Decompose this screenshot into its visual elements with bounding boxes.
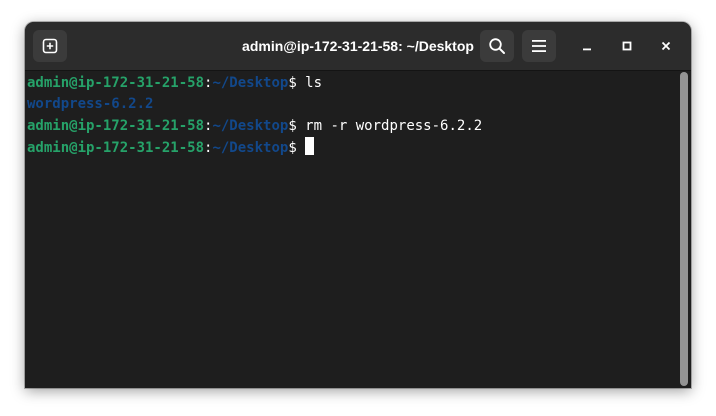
terminal-line: admin@ip-172-31-21-58:~/Desktop$ rm -r w… [27, 116, 675, 137]
close-icon [661, 41, 671, 51]
search-button[interactable] [480, 30, 514, 62]
command-text: ls [305, 75, 323, 91]
new-tab-button[interactable] [33, 30, 67, 62]
terminal-area[interactable]: admin@ip-172-31-21-58:~/Desktop$ ls word… [25, 71, 675, 388]
prompt-user-host: admin@ip-172-31-21-58 [27, 117, 205, 134]
output-directory: wordpress-6.2.2 [27, 96, 154, 113]
prompt-user-host: admin@ip-172-31-21-58 [27, 139, 205, 156]
prompt-dollar: $ [288, 75, 306, 91]
command-text: rm -r wordpress-6.2.2 [305, 117, 483, 134]
terminal-line: admin@ip-172-31-21-58:~/Desktop$ [27, 136, 675, 158]
prompt-path: ~/Desktop [212, 75, 289, 91]
terminal-window: admin@ip-172-31-21-58: ~/Desktop admin@i… [25, 22, 691, 388]
terminal-line: admin@ip-172-31-21-58:~/Desktop$ ls [27, 73, 675, 94]
maximize-button[interactable] [615, 34, 639, 58]
minimize-icon [583, 48, 591, 51]
scrollbar-thumb[interactable] [680, 72, 688, 386]
prompt-dollar: $ [288, 139, 306, 156]
close-button[interactable] [654, 34, 678, 58]
terminal-line: wordpress-6.2.2 [27, 94, 675, 115]
maximize-icon [622, 41, 632, 51]
minimize-button[interactable] [575, 34, 599, 58]
menu-button[interactable] [522, 30, 556, 62]
prompt-user-host: admin@ip-172-31-21-58 [27, 75, 205, 91]
prompt-path: ~/Desktop [212, 139, 289, 156]
prompt-path: ~/Desktop [212, 117, 289, 134]
prompt-dollar: $ [288, 117, 306, 134]
vertical-scrollbar[interactable] [679, 72, 689, 386]
hamburger-menu-icon [532, 40, 546, 52]
text-cursor [305, 136, 315, 155]
new-tab-icon [42, 38, 58, 54]
search-icon [489, 38, 505, 54]
header-bar: admin@ip-172-31-21-58: ~/Desktop [25, 22, 691, 71]
